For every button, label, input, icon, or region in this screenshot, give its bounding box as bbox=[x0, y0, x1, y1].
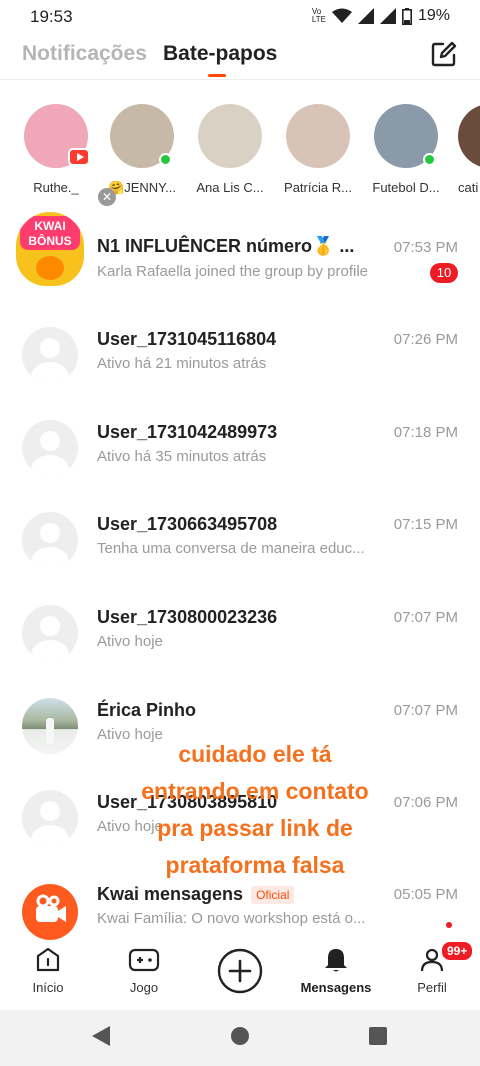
chat-time: 07:53 PM bbox=[393, 239, 458, 256]
story-avatar bbox=[374, 104, 438, 168]
chat-time: 07:15 PM bbox=[393, 516, 458, 533]
nav-profile[interactable]: Perfil 99+ bbox=[384, 940, 480, 995]
chat-time: 07:26 PM bbox=[393, 331, 458, 348]
chat-time: 07:07 PM bbox=[393, 609, 458, 626]
avatar bbox=[22, 605, 78, 661]
chat-time: 05:05 PM bbox=[393, 886, 458, 903]
story-avatar bbox=[198, 104, 262, 168]
system-navigation-bar bbox=[0, 1010, 480, 1066]
online-indicator bbox=[423, 153, 436, 166]
story-name: Patrícia R... bbox=[284, 180, 352, 195]
status-bar: 19:53 Vo LTE 19% bbox=[0, 0, 480, 34]
official-badge: Oficial bbox=[251, 886, 295, 905]
story-name: Ruthe._ bbox=[33, 180, 79, 195]
status-time: 19:53 bbox=[30, 7, 73, 26]
avatar bbox=[22, 698, 78, 754]
nav-messages[interactable]: Mensagens bbox=[288, 940, 384, 995]
story-name: Ana Lis C... bbox=[196, 180, 264, 195]
live-badge-icon bbox=[68, 148, 90, 166]
chat-last-message: Ativo há 35 minutos atrás bbox=[97, 448, 267, 465]
chat-row[interactable]: User_1730663495708 Tenha uma conversa de… bbox=[0, 502, 480, 594]
chat-row[interactable]: User_1731045116804 Ativo há 21 minutos a… bbox=[0, 317, 480, 409]
kwai-avatar bbox=[22, 884, 78, 940]
plus-icon bbox=[217, 948, 263, 994]
avatar bbox=[22, 420, 78, 476]
chat-row[interactable]: KWAI BÔNUS N1 INFLUÊNCER número🥇 ... Kar… bbox=[0, 210, 480, 302]
kwai-logo-icon bbox=[36, 894, 66, 922]
chat-time: 07:07 PM bbox=[393, 702, 458, 719]
story-name: cati bbox=[458, 180, 479, 195]
bottom-nav: Início Jogo Mensagens Perfil 99+ bbox=[0, 940, 480, 1010]
gamepad-icon bbox=[128, 948, 160, 972]
tab-underline bbox=[208, 74, 226, 77]
person-figure bbox=[46, 718, 54, 744]
story-avatar bbox=[110, 104, 174, 168]
close-icon[interactable]: ✕ bbox=[98, 188, 116, 206]
chat-last-message: Ativo há 21 minutos atrás bbox=[97, 355, 267, 372]
story-name: Futebol D... bbox=[372, 180, 440, 195]
home-icon bbox=[36, 947, 60, 972]
chat-row[interactable]: User_1731042489973 Ativo há 35 minutos a… bbox=[0, 410, 480, 502]
recents-icon[interactable] bbox=[368, 1026, 388, 1046]
status-icons: Vo LTE 19% bbox=[312, 7, 450, 25]
chat-last-message: Tenha uma conversa de maneira educ... bbox=[97, 540, 365, 557]
notification-count-badge: 99+ bbox=[440, 940, 475, 962]
story-item[interactable]: cati bbox=[450, 104, 480, 195]
unread-count-badge: 10 bbox=[430, 263, 458, 283]
chat-name: N1 INFLUÊNCER número🥇 ... bbox=[97, 236, 355, 256]
nav-home[interactable]: Início bbox=[0, 940, 96, 995]
story-item[interactable]: Patrícia R... bbox=[278, 104, 358, 195]
battery-icon bbox=[401, 7, 412, 25]
avatar bbox=[22, 790, 78, 846]
kwai-bonus-badge: KWAI BÔNUS bbox=[20, 216, 80, 250]
chat-time: 07:18 PM bbox=[393, 424, 458, 441]
tab-notifications[interactable]: Notificações bbox=[22, 42, 147, 66]
chat-name: Érica Pinho bbox=[97, 700, 197, 720]
header: Notificações Bate-papos bbox=[0, 34, 480, 80]
group-avatar: KWAI BÔNUS bbox=[16, 212, 84, 286]
story-avatar bbox=[24, 104, 90, 168]
story-item[interactable]: Futebol D... bbox=[366, 104, 446, 195]
volte-indicator: Vo LTE bbox=[311, 7, 326, 24]
chat-name: User_1731042489973 bbox=[97, 422, 278, 442]
avatar bbox=[22, 327, 78, 383]
create-button[interactable] bbox=[192, 940, 288, 1002]
chat-name: User_1731045116804 bbox=[97, 329, 277, 349]
chat-name: Kwai mensagens Oficial bbox=[97, 884, 295, 905]
unread-dot bbox=[446, 922, 452, 928]
story-item[interactable]: Ana Lis C... bbox=[190, 104, 270, 195]
chat-name: User_1730800023236 bbox=[97, 607, 278, 627]
back-icon[interactable] bbox=[90, 1024, 112, 1048]
chat-last-message: Ativo hoje bbox=[97, 633, 163, 650]
compose-icon[interactable] bbox=[430, 40, 458, 68]
chat-row[interactable]: User_1730800023236 Ativo hoje 07:07 PM bbox=[0, 595, 480, 687]
story-avatar bbox=[458, 104, 480, 168]
wifi-icon bbox=[331, 8, 352, 23]
chat-last-message: Karla Rafaella joined the group by profi… bbox=[97, 263, 369, 280]
online-indicator bbox=[159, 153, 172, 166]
stories-row: Ruthe._ 🤗JENNY... Ana Lis C... Patrícia … bbox=[0, 96, 480, 206]
chat-last-message: Kwai Família: O novo workshop está o... bbox=[97, 910, 366, 927]
bell-icon bbox=[325, 949, 347, 972]
avatar bbox=[22, 512, 78, 568]
story-item[interactable]: 🤗JENNY... bbox=[102, 104, 182, 196]
home-circle-icon[interactable] bbox=[230, 1026, 250, 1046]
coin-icon bbox=[36, 256, 64, 280]
battery-percent: 19% bbox=[417, 7, 450, 24]
nav-game[interactable]: Jogo bbox=[96, 940, 192, 995]
signal-icon bbox=[357, 8, 374, 24]
signal-icon-2 bbox=[379, 8, 396, 24]
chat-name: User_1730663495708 bbox=[97, 514, 278, 534]
video-caption-overlay: cuidado ele tá entrando em contato pra p… bbox=[141, 741, 369, 878]
story-avatar bbox=[286, 104, 350, 168]
tab-chats[interactable]: Bate-papos bbox=[163, 42, 277, 66]
story-item[interactable]: Ruthe._ bbox=[16, 104, 96, 195]
